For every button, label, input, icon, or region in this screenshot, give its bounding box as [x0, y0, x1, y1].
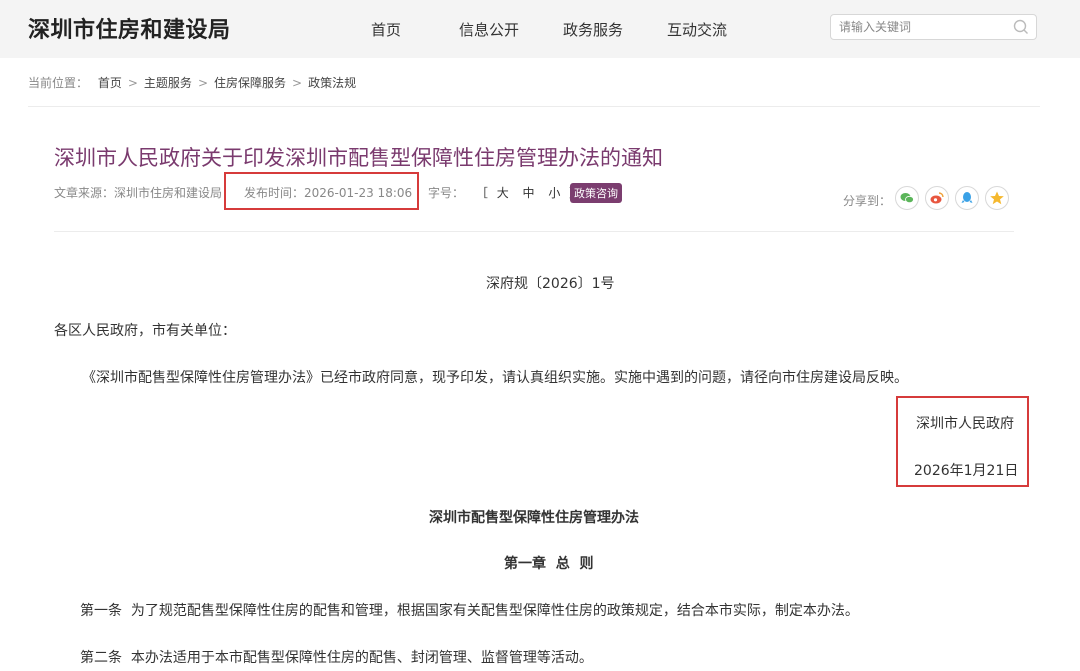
document-number: 深府规〔2026〕1号	[486, 276, 615, 292]
font-size-small[interactable]: 小	[548, 186, 560, 200]
font-size-label: 字号：	[428, 186, 465, 200]
search-icon[interactable]	[1013, 19, 1029, 35]
article-2: 第二条 本办法适用于本市配售型保障性住房的配售、封闭管理、监督管理等活动。	[80, 650, 593, 666]
addressee: 各区人民政府，市有关单位：	[54, 323, 236, 339]
divider	[28, 106, 1040, 107]
font-size-large[interactable]: 大	[497, 186, 509, 200]
notice-paragraph: 《深圳市配售型保障性住房管理办法》已经市政府同意，现予印发，请认真组织实施。实施…	[82, 370, 908, 386]
breadcrumb-separator: >	[292, 76, 303, 90]
breadcrumb-separator: >	[197, 76, 208, 90]
wechat-icon[interactable]	[895, 186, 919, 210]
breadcrumb-housing-security[interactable]: 住房保障服务	[214, 76, 286, 90]
site-logo[interactable]: 深圳市住房和建设局	[28, 12, 231, 44]
article-source: 文章来源：深圳市住房和建设局	[54, 186, 223, 200]
article-publish-time: 发布时间：2026-01-23 18:06	[244, 186, 413, 200]
breadcrumb-label: 当前位置：	[28, 76, 89, 90]
category-tag[interactable]: 政策咨询	[570, 183, 622, 203]
nav-home[interactable]: 首页	[371, 19, 401, 40]
nav-info-disclosure[interactable]: 信息公开	[459, 19, 519, 40]
issuer: 深圳市人民政府	[916, 416, 1014, 432]
document-heading: 深圳市配售型保障性住房管理办法	[429, 510, 639, 526]
issue-date: 2026年1月21日	[914, 463, 1019, 479]
search-box	[830, 14, 1037, 40]
qq-icon[interactable]	[955, 186, 979, 210]
search-input[interactable]	[839, 18, 1009, 36]
divider	[54, 231, 1014, 232]
site-header: 深圳市住房和建设局 首页 信息公开 政务服务 互动交流	[0, 0, 1080, 58]
share-label: 分享到：	[843, 194, 892, 208]
nav-government-services[interactable]: 政务服务	[563, 19, 623, 40]
bracket-open: ［	[475, 186, 488, 200]
article-1: 第一条 为了规范配售型保障性住房的配售和管理，根据国家有关配售型保障性住房的政策…	[80, 603, 859, 619]
weibo-icon[interactable]	[925, 186, 949, 210]
font-size-medium[interactable]: 中	[523, 186, 535, 200]
breadcrumb-policy[interactable]: 政策法规	[308, 76, 356, 90]
breadcrumb-home[interactable]: 首页	[98, 76, 122, 90]
breadcrumb-topic-services[interactable]: 主题服务	[144, 76, 192, 90]
chapter-heading: 第一章 总 则	[504, 556, 594, 572]
font-size-control: 字号： ［ 大 中 小 ］	[428, 184, 581, 201]
breadcrumb: 当前位置： 首页 > 主题服务 > 住房保障服务 > 政策法规	[28, 74, 356, 91]
breadcrumb-separator: >	[127, 76, 138, 90]
qzone-icon[interactable]	[985, 186, 1009, 210]
article-title: 深圳市人民政府关于印发深圳市配售型保障性住房管理办法的通知	[54, 146, 663, 170]
nav-interaction[interactable]: 互动交流	[667, 19, 727, 40]
